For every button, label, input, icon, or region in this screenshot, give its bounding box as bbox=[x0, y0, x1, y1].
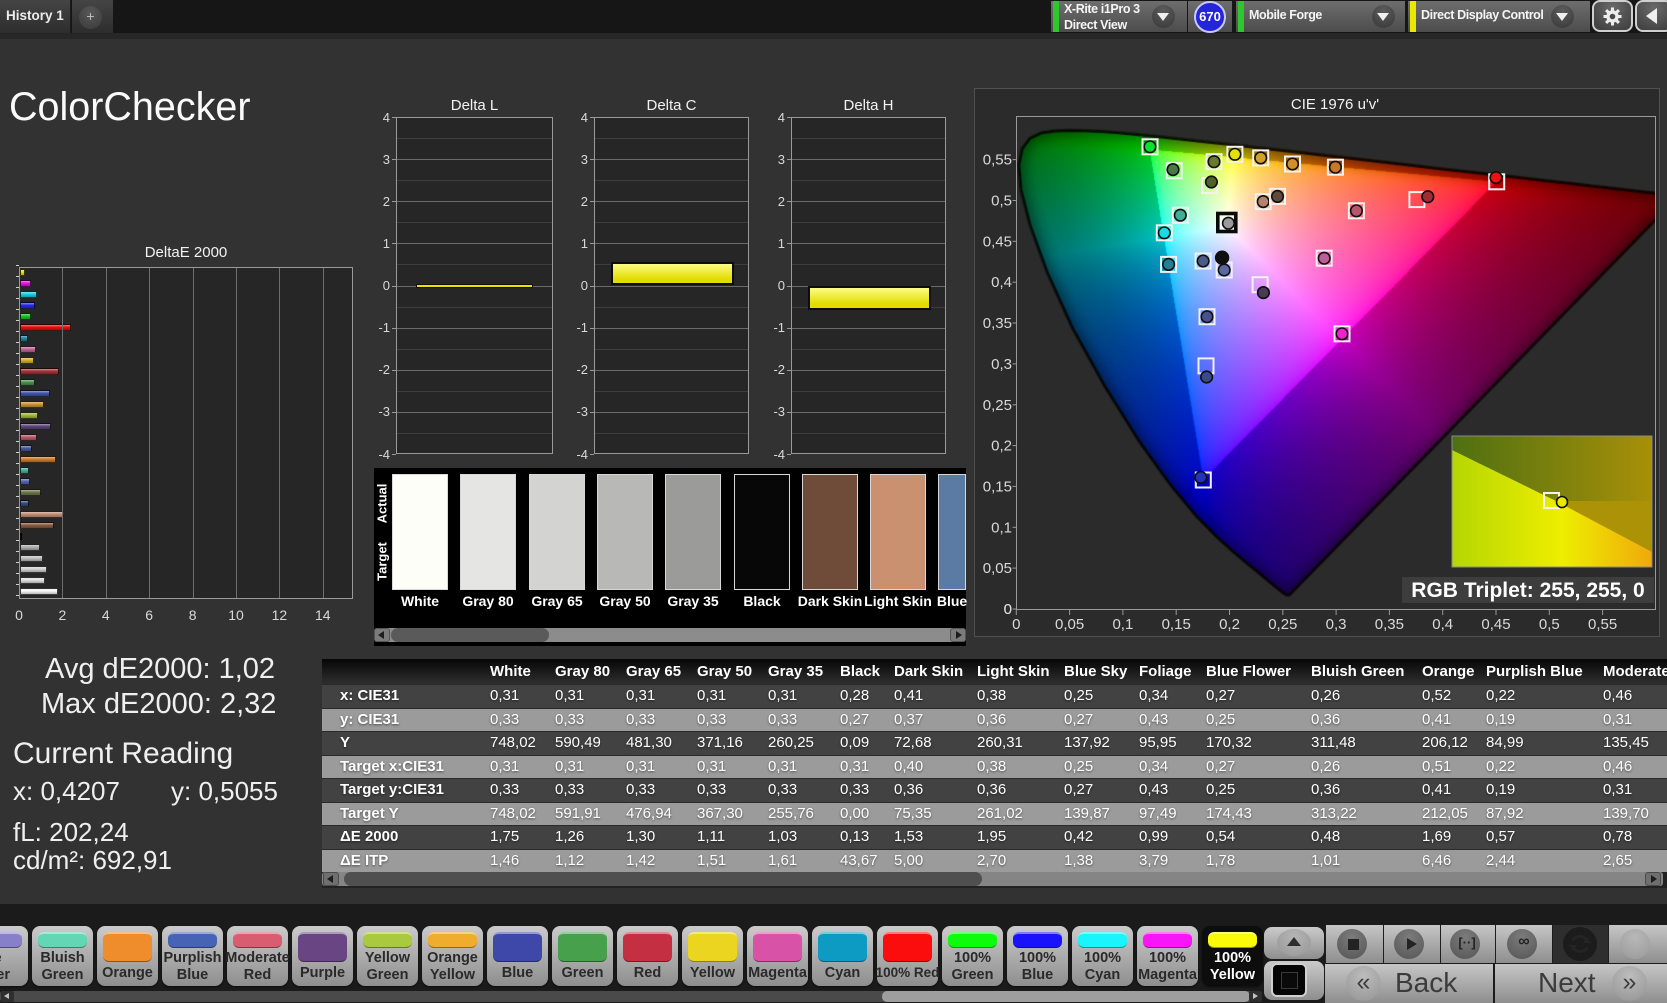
svg-text:0,1: 0,1 bbox=[991, 519, 1012, 536]
svg-text:0,4: 0,4 bbox=[991, 274, 1012, 291]
svg-text:0,55: 0,55 bbox=[983, 152, 1012, 169]
svg-text:0,4: 0,4 bbox=[1432, 616, 1453, 633]
svg-text:0,2: 0,2 bbox=[1219, 616, 1240, 633]
svg-text:0,55: 0,55 bbox=[1588, 616, 1617, 633]
svg-text:0,2: 0,2 bbox=[991, 438, 1012, 455]
svg-text:0,3: 0,3 bbox=[1326, 616, 1347, 633]
svg-text:0,3: 0,3 bbox=[991, 356, 1012, 373]
svg-text:0,35: 0,35 bbox=[1375, 616, 1404, 633]
svg-text:0,25: 0,25 bbox=[1268, 616, 1297, 633]
svg-text:0,25: 0,25 bbox=[983, 397, 1012, 414]
svg-text:CIE 1976 u'v': CIE 1976 u'v' bbox=[1291, 96, 1379, 113]
svg-text:0,05: 0,05 bbox=[983, 560, 1012, 577]
svg-text:0,15: 0,15 bbox=[983, 478, 1012, 495]
svg-text:0,35: 0,35 bbox=[983, 315, 1012, 332]
svg-text:0,5: 0,5 bbox=[1539, 616, 1560, 633]
svg-text:0,15: 0,15 bbox=[1162, 616, 1191, 633]
svg-text:0,45: 0,45 bbox=[983, 233, 1012, 250]
svg-text:0,45: 0,45 bbox=[1481, 616, 1510, 633]
svg-text:0,1: 0,1 bbox=[1112, 616, 1133, 633]
svg-text:0: 0 bbox=[1012, 616, 1020, 633]
svg-text:0,5: 0,5 bbox=[991, 193, 1012, 210]
svg-text:0: 0 bbox=[1004, 601, 1012, 618]
svg-text:0,05: 0,05 bbox=[1055, 616, 1084, 633]
svg-text:RGB Triplet: 255, 255, 0: RGB Triplet: 255, 255, 0 bbox=[1411, 579, 1644, 602]
